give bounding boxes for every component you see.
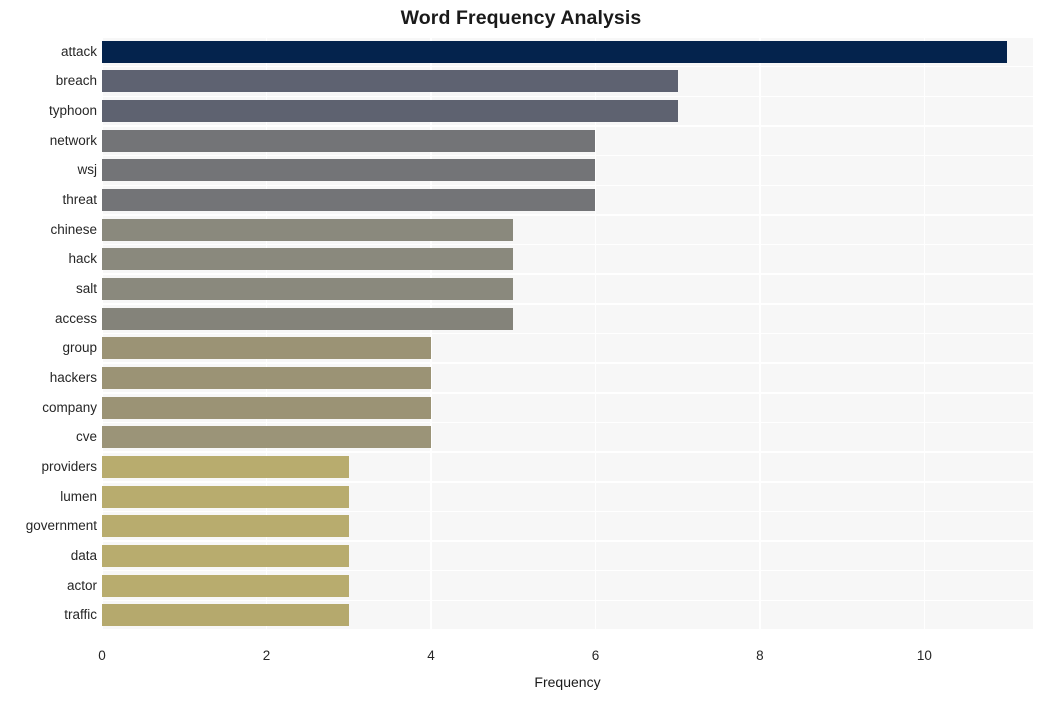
y-axis-tick-label: breach: [55, 73, 97, 89]
x-axis-tick-label: 6: [591, 648, 600, 663]
bar[interactable]: [102, 604, 349, 627]
bar[interactable]: [102, 544, 349, 567]
bar[interactable]: [102, 485, 349, 508]
y-axis-tick-label: company: [42, 399, 97, 415]
bar[interactable]: [102, 574, 349, 597]
y-axis-tick-label: government: [25, 518, 97, 534]
x-axis-title: Frequency: [534, 674, 601, 690]
bar[interactable]: [102, 189, 596, 212]
y-axis-tick-label: access: [54, 310, 97, 326]
chart-title: Word Frequency Analysis: [400, 7, 642, 29]
y-axis-tick-label: wsj: [77, 162, 98, 178]
y-axis-tick-label: group: [62, 340, 97, 356]
x-axis-tick-label: 10: [916, 648, 932, 663]
bar[interactable]: [102, 515, 349, 538]
bar-series: [102, 37, 1033, 630]
y-axis-tick-label: hackers: [49, 369, 97, 385]
y-axis-tick-label: lumen: [60, 488, 97, 504]
bar[interactable]: [102, 248, 514, 271]
x-axis-tick-label: 2: [262, 648, 271, 663]
bar[interactable]: [102, 455, 349, 478]
bar[interactable]: [102, 159, 596, 182]
y-axis-tick-label: threat: [62, 192, 97, 208]
bar[interactable]: [102, 100, 678, 123]
bar[interactable]: [102, 278, 514, 301]
y-axis-tick-label: data: [70, 547, 97, 563]
bar[interactable]: [102, 426, 431, 449]
y-axis-tick-label: chinese: [50, 221, 97, 237]
plot-area: [101, 36, 1033, 631]
x-axis-tick-label: 8: [756, 648, 764, 663]
x-axis-tick-label: 0: [98, 648, 106, 663]
bar[interactable]: [102, 40, 1007, 63]
bar[interactable]: [102, 396, 431, 419]
y-axis-tick-label: traffic: [64, 607, 97, 623]
y-axis-tick-label: attack: [60, 43, 97, 59]
bar[interactable]: [102, 70, 678, 93]
x-axis-tick-label: 4: [427, 648, 435, 663]
y-axis-tick-label: network: [49, 132, 97, 148]
bar[interactable]: [102, 366, 431, 389]
y-axis-tick-label: hack: [68, 251, 97, 267]
x-axis-tick-labels: 0 2 4 6 8 10: [0, 648, 1042, 668]
y-axis-tick-label: cve: [75, 429, 97, 445]
y-axis-tick-label: actor: [66, 577, 97, 593]
y-axis-tick-label: typhoon: [48, 103, 97, 119]
y-axis-tick-label: salt: [75, 281, 97, 297]
bar[interactable]: [102, 218, 514, 241]
bar[interactable]: [102, 307, 514, 330]
bar[interactable]: [102, 129, 596, 152]
chart-figure: Word Frequency Analysis attack breach typh…: [0, 0, 1042, 701]
bar[interactable]: [102, 337, 431, 360]
y-axis-tick-labels: attack breach typhoon network wsj threat chine…: [0, 37, 97, 630]
y-axis-tick-label: providers: [41, 458, 97, 474]
